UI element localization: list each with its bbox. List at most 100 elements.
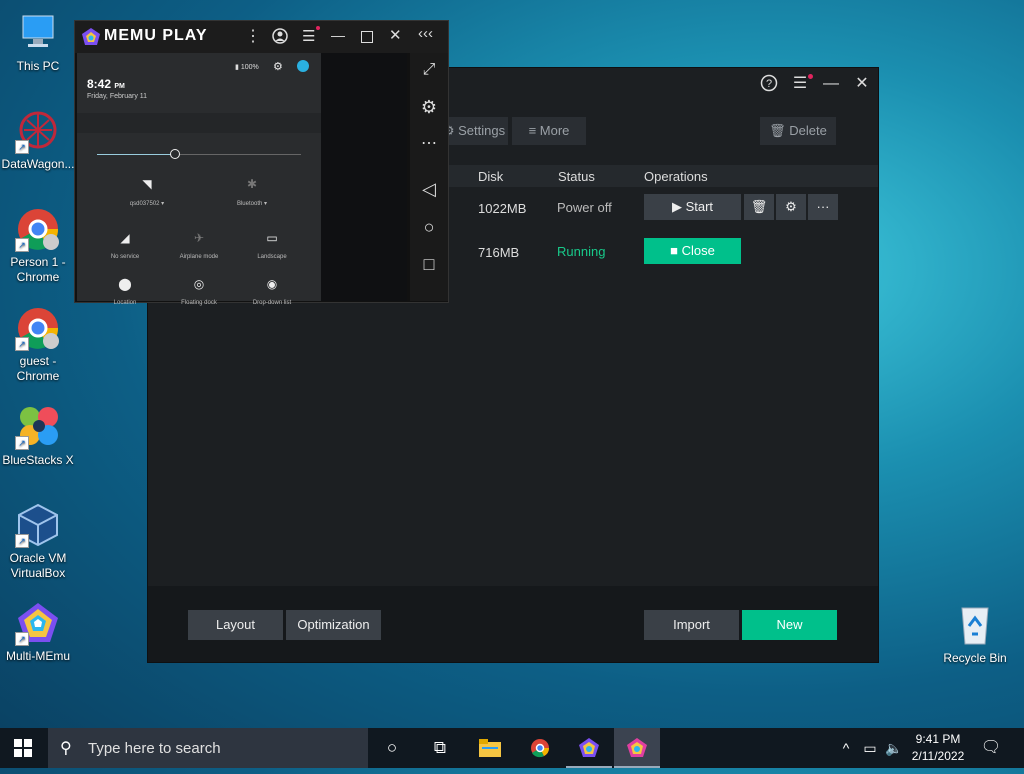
cortana-icon[interactable]: ○	[369, 728, 415, 768]
desktop-icon-label: BlueStacks X	[2, 453, 74, 467]
settings-button[interactable]: ⚙ Settings	[440, 117, 508, 145]
desktop-icon-multi-memu[interactable]: ↗ Multi-MEmu	[0, 600, 76, 664]
clock[interactable]: 9:41 PM 2/11/2022	[906, 731, 970, 765]
fullscreen-icon[interactable]: ⤢	[410, 61, 448, 79]
desktop-icon-guest-chrome[interactable]: ↗ guest - Chrome	[0, 305, 76, 384]
notification-center-icon[interactable]: 🗨	[968, 728, 1014, 768]
memu-logo-icon	[81, 27, 101, 52]
start-button[interactable]: ▶ Start	[644, 194, 741, 220]
clock-time: 8:42 PM	[87, 77, 125, 91]
desktop-icon-label: DataWagon...	[1, 157, 75, 171]
clock-ampm: PM	[114, 83, 125, 90]
location-icon: ⬤	[118, 277, 132, 291]
floating-dock-tile[interactable]: ◎ Floating dock	[164, 277, 234, 306]
desktop-icon-datawagon[interactable]: ↗ DataWagon...	[0, 108, 76, 172]
desktop-icon-bluestacks[interactable]: ↗ BlueStacks X	[0, 404, 76, 468]
panel-divider	[77, 113, 321, 133]
stop-icon: ■	[670, 243, 678, 258]
landscape-icon: ▭	[266, 231, 278, 245]
memu-play-window: MEMU PLAY ⋮ ☰ — ✕ ‹‹‹ ▮ 100% ⚙ 8:42 PM F…	[74, 20, 449, 306]
drop-down-list-tile[interactable]: ◉ Drop-down list	[237, 277, 307, 306]
account-icon[interactable]	[272, 28, 288, 49]
tile-label: Airplane mode	[179, 254, 219, 260]
desktop-icon-this-pc[interactable]: This PC	[0, 10, 76, 74]
wifi-label: qsd037502 ▾	[129, 201, 165, 207]
landscape-tile[interactable]: ▭ Landscape	[237, 231, 307, 260]
gear-icon[interactable]: ⚙	[410, 97, 448, 118]
multi-memu-taskbar-icon[interactable]	[566, 728, 612, 768]
airplane-mode-tile[interactable]: ✈ Airplane mode	[164, 231, 234, 260]
chrome-icon[interactable]	[517, 728, 563, 768]
notification-dot	[316, 26, 320, 30]
column-operations: Operations	[644, 169, 708, 184]
minimize-icon[interactable]: —	[331, 27, 345, 43]
instance-more-button[interactable]: ···	[808, 194, 838, 220]
user-avatar-icon[interactable]	[297, 60, 309, 72]
tile-label: Location	[113, 300, 137, 306]
quick-settings-panel: ▮ 100% ⚙ 8:42 PM Friday, February 11 ◥ q…	[77, 53, 321, 306]
memu-play-title: MEMU PLAY	[104, 27, 208, 44]
chrome-icon: ↗	[15, 305, 61, 351]
search-icon: ⚲	[60, 740, 72, 757]
volume-icon[interactable]: 🔈	[882, 728, 906, 768]
kebab-menu-icon[interactable]: ⋮	[245, 26, 261, 46]
back-icon[interactable]: ◁	[410, 179, 448, 200]
airplane-icon: ✈	[193, 231, 205, 245]
collapse-icon[interactable]: ‹‹‹	[418, 25, 433, 42]
disk-value: 716MB	[478, 245, 520, 260]
desktop-icon-virtualbox[interactable]: ↗ Oracle VM VirtualBox	[0, 502, 76, 581]
android-screen[interactable]: ▮ 100% ⚙ 8:42 PM Friday, February 11 ◥ q…	[77, 53, 407, 306]
desktop-icon-label: Multi-MEmu	[5, 649, 70, 663]
clock-date: 2/11/2022	[911, 749, 965, 763]
desktop-icon-label: Person 1 - Chrome	[10, 255, 66, 284]
start-button[interactable]	[0, 728, 46, 768]
hamburger-icon[interactable]: ☰	[302, 27, 315, 45]
optimization-button[interactable]: Optimization	[286, 610, 381, 640]
more-icon[interactable]: ⋯	[410, 133, 448, 153]
brightness-slider[interactable]	[97, 149, 301, 159]
chrome-icon: ↗	[15, 206, 61, 252]
recycle-bin-icon	[952, 602, 998, 648]
desktop-icon-person1-chrome[interactable]: ↗ Person 1 - Chrome	[0, 206, 76, 285]
help-icon[interactable]: ?	[758, 74, 780, 94]
notification-dot	[808, 74, 813, 79]
delete-button[interactable]: 🗑 Delete	[760, 117, 836, 145]
close-instance-button[interactable]: ■ Close	[644, 238, 741, 264]
close-icon[interactable]: ✕	[851, 74, 873, 94]
task-view-icon[interactable]: ⧉	[417, 728, 463, 768]
desktop-icon-recycle-bin[interactable]: Recycle Bin	[937, 602, 1013, 666]
file-explorer-icon[interactable]	[467, 728, 513, 768]
bluetooth-tile[interactable]: ✱ Bluetooth ▾	[217, 177, 287, 207]
desktop-icon-label: guest - Chrome	[16, 354, 60, 383]
more-button[interactable]: ≡ More	[512, 117, 586, 145]
clock-date: Friday, February 11	[87, 93, 148, 100]
brightness-thumb[interactable]	[169, 149, 180, 159]
trash-icon: 🗑	[750, 199, 768, 214]
bluestacks-icon: ↗	[15, 404, 61, 450]
memu-play-titlebar[interactable]: MEMU PLAY ⋮ ☰ — ✕ ‹‹‹	[75, 21, 448, 53]
tile-label: Drop-down list	[252, 300, 292, 306]
ellipsis-icon: ···	[816, 199, 830, 214]
android-settings-icon[interactable]: ⚙	[273, 60, 283, 73]
instance-settings-button[interactable]: ⚙	[776, 194, 806, 220]
memu-play-taskbar-icon[interactable]	[614, 728, 660, 768]
import-button[interactable]: Import	[644, 610, 739, 640]
svg-text:?: ?	[766, 78, 772, 90]
maximize-icon[interactable]	[361, 31, 373, 43]
wifi-tile[interactable]: ◥ qsd037502 ▾	[112, 177, 182, 207]
no-service-tile[interactable]: ◢ No service	[90, 231, 160, 260]
trash-icon: 🗑	[769, 123, 786, 138]
delete-instance-button[interactable]: 🗑	[744, 194, 774, 220]
taskbar-search-box[interactable]: ⚲ Type here to search	[48, 728, 368, 768]
location-tile[interactable]: ⬤ Location	[90, 277, 160, 306]
datawagon-icon: ↗	[15, 108, 61, 154]
layout-button[interactable]: Layout	[188, 610, 283, 640]
gear-icon: ⚙	[785, 199, 797, 214]
home-icon[interactable]: ○	[410, 217, 448, 238]
network-icon[interactable]: ▭	[858, 728, 882, 768]
recents-icon[interactable]: □	[410, 254, 448, 275]
status-bar: ▮ 100%	[235, 63, 259, 71]
new-button[interactable]: New	[742, 610, 837, 640]
minimize-icon[interactable]: —	[820, 74, 842, 94]
close-icon[interactable]: ✕	[389, 26, 402, 44]
